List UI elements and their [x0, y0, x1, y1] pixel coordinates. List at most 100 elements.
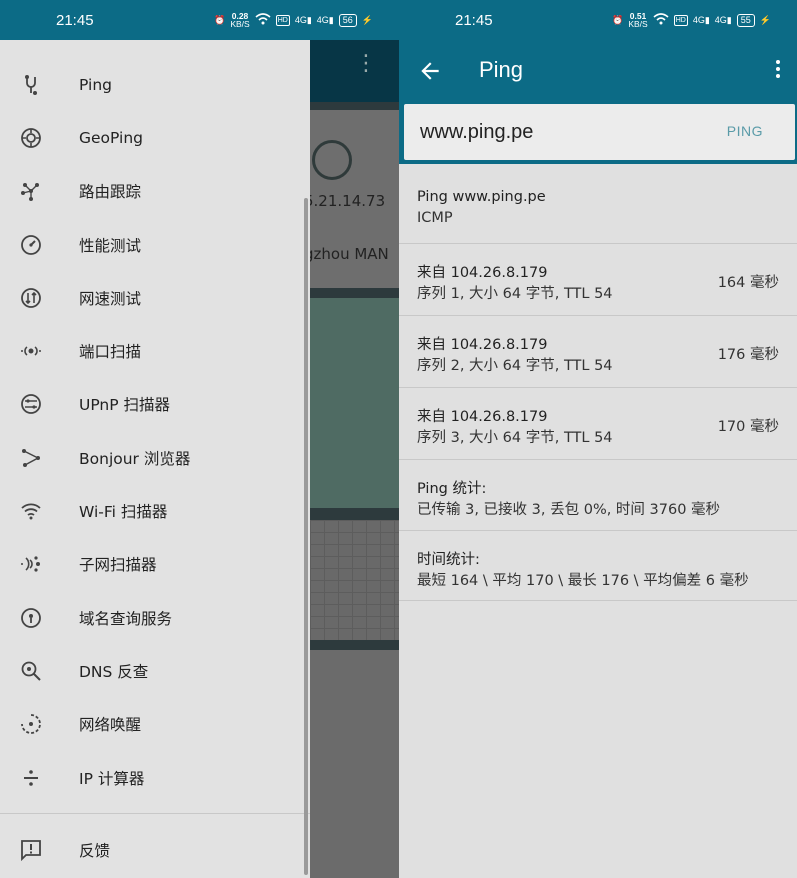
search-bar: PING: [399, 102, 797, 164]
drawer-item-speed-test[interactable]: 网速测试: [0, 271, 310, 324]
speedometer-icon: [18, 232, 44, 258]
drawer-item-whois[interactable]: 域名查询服务: [0, 591, 310, 644]
network-speed: 0.28 KB/S: [230, 11, 250, 29]
right-screen: 21:45 ⏰ 0.51 KB/S HD 4G▮ 4G▮ 55 ⚡ Ping P…: [399, 0, 797, 878]
wifi-icon: [18, 498, 44, 524]
app-toolbar: Ping: [399, 40, 797, 102]
drawer-item-upnp[interactable]: UPnP 扫描器: [0, 377, 310, 430]
drawer-item-geoping[interactable]: GeoPing: [0, 111, 310, 164]
subnet-icon: [18, 551, 44, 577]
drawer-item-bonjour[interactable]: Bonjour 浏览器: [0, 431, 310, 484]
status-icons: ⏰ 0.51 KB/S HD 4G▮ 4G▮ 55 ⚡: [612, 11, 771, 29]
bonjour-icon: [18, 445, 44, 471]
wake-on-lan-icon: [18, 711, 44, 737]
result-row: 时间统计: 最短 164 \ 平均 170 \ 最长 176 \ 平均偏差 6 毫…: [399, 531, 797, 601]
status-bar: 21:45 ⏰ 0.28 KB/S HD 4G▮ 4G▮ 56 ⚡: [0, 0, 399, 40]
battery-indicator: 55: [736, 13, 755, 27]
result-detail: 序列 2, 大小 64 字节, TTL 54: [417, 358, 613, 374]
result-detail: 序列 3, 大小 64 字节, TTL 54: [417, 430, 613, 446]
result-title: Ping www.ping.pe: [417, 189, 546, 205]
navigation-drawer: Ping GeoPing 路由跟踪性能测试网速测试端口扫描 UPnP 扫描器 Bonjo…: [0, 40, 310, 878]
network-speed: 0.51 KB/S: [628, 11, 648, 29]
drawer-item-calculator[interactable]: IP 计算器: [0, 751, 310, 804]
drawer-item-label: 性能测试: [79, 236, 142, 255]
result-detail: 已传输 3, 已接收 3, 丢包 0%, 时间 3760 毫秒: [417, 502, 721, 518]
port-scan-icon: [18, 338, 44, 364]
drawer-item-label: 路由跟踪: [79, 182, 142, 201]
result-time: 170 毫秒: [717, 419, 779, 435]
result-row: Ping 统计: 已传输 3, 已接收 3, 丢包 0%, 时间 3760 毫秒: [399, 460, 797, 531]
background-more-icon: ⋮: [355, 51, 377, 76]
drawer-item-feedback[interactable]: 反馈: [0, 823, 310, 876]
drawer-item-port-scan[interactable]: 端口扫描: [0, 324, 310, 377]
calculator-icon: [18, 765, 44, 791]
result-title: Ping 统计:: [417, 481, 487, 497]
result-time: 164 毫秒: [717, 275, 779, 291]
result-title: 时间统计:: [417, 552, 480, 568]
drawer-item-label: 域名查询服务: [79, 609, 173, 628]
alarm-icon: ⏰: [214, 14, 226, 25]
geoping-icon: [18, 125, 44, 151]
status-icons: ⏰ 0.28 KB/S HD 4G▮ 4G▮ 56 ⚡: [214, 11, 373, 29]
result-title: 来自 104.26.8.179: [417, 265, 548, 281]
result-row: 来自 104.26.8.179 序列 2, 大小 64 字节, TTL 54 176…: [399, 316, 797, 388]
background-grid: [310, 520, 399, 640]
drawer-item-label: 网速测试: [79, 289, 142, 308]
result-title: 来自 104.26.8.179: [417, 337, 548, 353]
drawer-item-label: IP 计算器: [79, 769, 145, 788]
drawer-item-label: 子网扫描器: [79, 555, 157, 574]
signal-icon-2: 4G▮: [316, 14, 334, 25]
dns-lookup-icon: [18, 658, 44, 684]
ping-icon: [18, 72, 44, 98]
background-bottom-panel: [310, 650, 399, 878]
wifi-status-icon: [653, 13, 669, 27]
more-options-icon[interactable]: [773, 60, 783, 82]
drawer-item-label: 端口扫描: [79, 342, 142, 361]
host-input-box: PING: [404, 104, 795, 160]
globe-icon: [312, 140, 352, 180]
drawer-item-speedometer[interactable]: 性能测试: [0, 218, 310, 271]
status-time: 21:45: [455, 11, 493, 29]
drawer-item-label: Wi-Fi 扫描器: [79, 502, 168, 521]
drawer-item-wake-on-lan[interactable]: 网络唤醒: [0, 697, 310, 750]
status-time: 21:45: [56, 11, 94, 29]
drawer-item-wifi[interactable]: Wi-Fi 扫描器: [0, 484, 310, 537]
feedback-icon: [18, 837, 44, 863]
hd-icon: HD: [673, 14, 688, 26]
drawer-item-dns-lookup[interactable]: DNS 反查: [0, 644, 310, 697]
background-ip-text: 5.21.14.73: [304, 192, 386, 210]
battery-indicator: 56: [338, 13, 357, 27]
result-row: 来自 104.26.8.179 序列 1, 大小 64 字节, TTL 54 164…: [399, 244, 797, 316]
drawer-item-label: GeoPing: [79, 128, 144, 147]
signal-icon: 4G▮: [294, 14, 312, 25]
whois-icon: [18, 605, 44, 631]
result-time: 176 毫秒: [717, 347, 779, 363]
result-row: Ping www.ping.pe ICMP: [399, 164, 797, 244]
drawer-scrollbar[interactable]: [304, 198, 308, 875]
charging-icon: ⚡: [361, 14, 373, 25]
wifi-status-icon: [255, 13, 271, 27]
charging-icon: ⚡: [759, 14, 771, 25]
drawer-item-label: DNS 反查: [79, 662, 149, 681]
result-detail: 最短 164 \ 平均 170 \ 最长 176 \ 平均偏差 6 毫秒: [417, 573, 749, 589]
drawer-item-subnet[interactable]: 子网扫描器: [0, 537, 310, 590]
background-location-text: gzhou MAN: [304, 245, 389, 263]
drawer-item-ping[interactable]: Ping: [0, 58, 310, 111]
drawer-divider: [0, 813, 310, 814]
drawer-item-traceroute[interactable]: 路由跟踪: [0, 164, 310, 217]
signal-icon-2: 4G▮: [714, 14, 732, 25]
back-arrow-icon[interactable]: [417, 58, 443, 84]
drawer-item-label: UPnP 扫描器: [79, 395, 171, 414]
result-detail: 序列 1, 大小 64 字节, TTL 54: [417, 286, 613, 302]
traceroute-icon: [18, 178, 44, 204]
upnp-icon: [18, 391, 44, 417]
drawer-item-label: 反馈: [79, 841, 111, 860]
hd-icon: HD: [275, 14, 290, 26]
host-input[interactable]: [420, 117, 700, 147]
status-bar: 21:45 ⏰ 0.51 KB/S HD 4G▮ 4G▮ 55 ⚡: [399, 0, 797, 40]
background-chart: [310, 298, 399, 508]
drawer-item-label: Ping: [79, 75, 112, 94]
drawer-item-label: 网络唤醒: [79, 715, 142, 734]
ping-button[interactable]: PING: [727, 123, 763, 139]
left-screen: 21:45 ⏰ 0.28 KB/S HD 4G▮ 4G▮ 56 ⚡ ⋮ 5.21…: [0, 0, 399, 878]
